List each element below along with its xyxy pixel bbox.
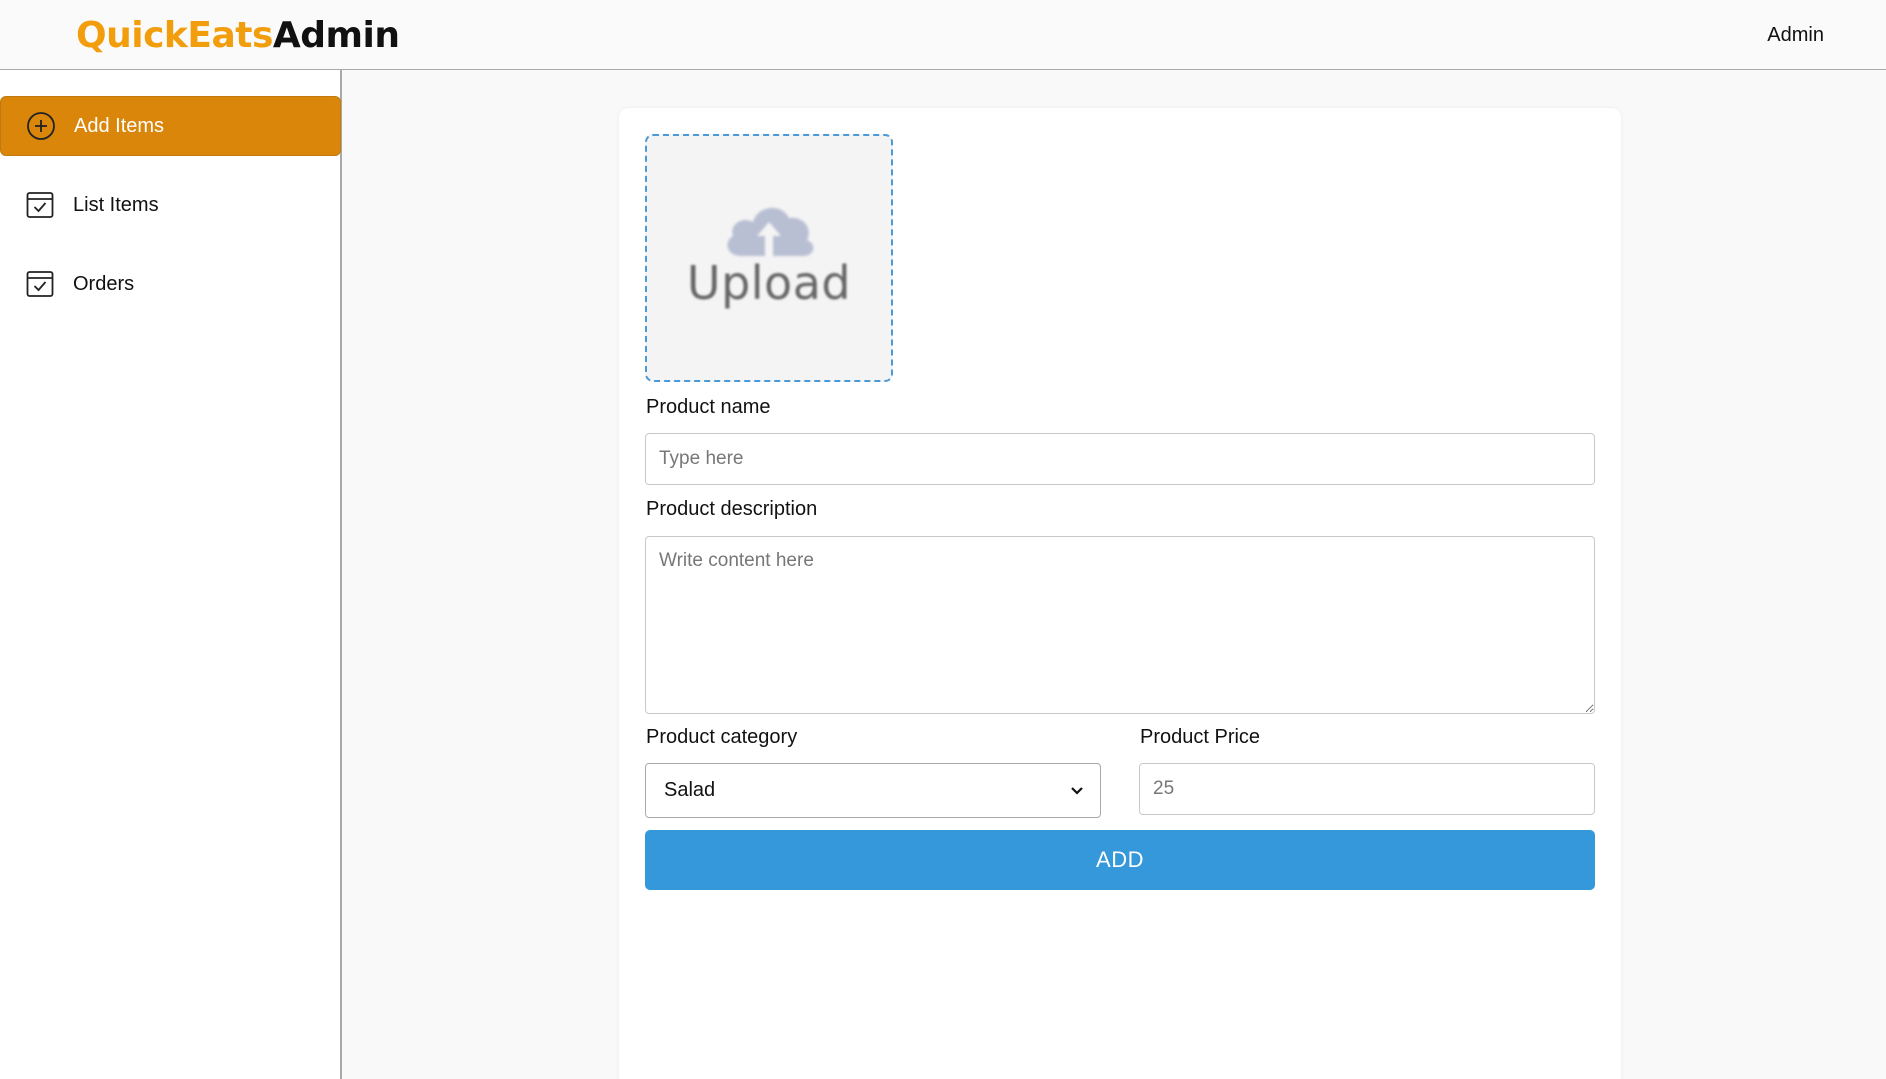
- admin-profile-link[interactable]: Admin: [1767, 24, 1824, 47]
- product-price-label: Product Price: [1140, 726, 1261, 748]
- chevron-down-icon: [1071, 786, 1083, 795]
- calendar-check-icon: [25, 269, 55, 299]
- top-navbar: QuickEatsAdmin Admin: [0, 0, 1886, 70]
- add-button[interactable]: ADD: [645, 830, 1595, 890]
- product-name-label: Product name: [646, 396, 771, 418]
- add-item-form-card: Upload Product name Product description …: [619, 108, 1621, 1079]
- product-category-label: Product category: [646, 726, 798, 748]
- add-circle-icon: [26, 111, 56, 141]
- sidebar-item-label: List Items: [73, 193, 159, 216]
- logo-brand-text: QuickEats: [76, 15, 273, 56]
- sidebar-item-list-items[interactable]: List Items: [0, 175, 342, 235]
- sidebar: Add Items List Items Orders: [0, 70, 342, 1079]
- cloud-upload-icon: [727, 207, 814, 256]
- product-category-select[interactable]: Salad: [645, 763, 1101, 818]
- sidebar-item-label: Orders: [73, 272, 135, 295]
- logo-suffix-text: Admin: [272, 15, 400, 56]
- sidebar-item-add-items[interactable]: Add Items: [0, 96, 341, 156]
- image-upload-area[interactable]: Upload: [645, 134, 893, 382]
- product-description-textarea[interactable]: [645, 536, 1595, 714]
- product-price-input[interactable]: [1139, 763, 1595, 815]
- sidebar-item-label: Add Items: [74, 114, 165, 137]
- upload-label: Upload: [686, 256, 852, 310]
- selected-category: Salad: [664, 779, 716, 801]
- product-description-label: Product description: [646, 498, 818, 520]
- app-logo[interactable]: QuickEatsAdmin: [76, 14, 400, 58]
- product-name-input[interactable]: [645, 433, 1595, 485]
- calendar-check-icon: [25, 190, 55, 220]
- sidebar-item-orders[interactable]: Orders: [0, 254, 342, 314]
